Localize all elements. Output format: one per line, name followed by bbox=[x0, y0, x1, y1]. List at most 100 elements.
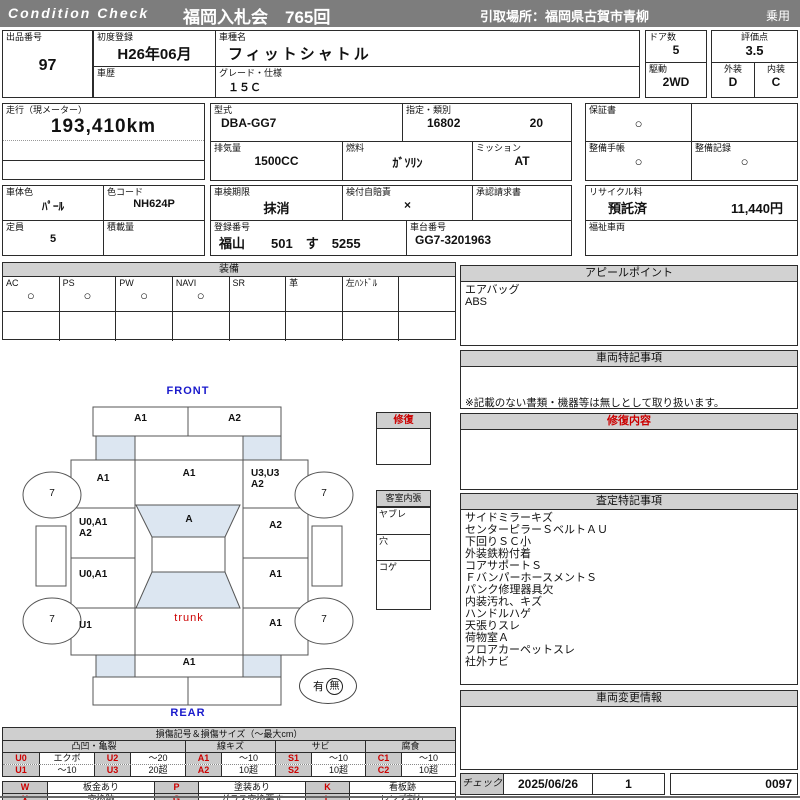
equipment-empty-row bbox=[3, 312, 455, 341]
model-code-label: 型式 bbox=[214, 105, 233, 115]
assessment-item: ＦバンパーホースメントＳ bbox=[465, 572, 597, 584]
equipment-label: 革 bbox=[289, 278, 299, 288]
panel-right-rear-fender: A1 bbox=[269, 618, 282, 629]
equipment-empty-cell bbox=[398, 312, 455, 341]
legend-desc: 〜10 bbox=[39, 765, 94, 776]
equipment-table: 装備 AC ○ PS ○ PW ○ NAVI ○ SR 革 左ﾊﾝﾄﾞﾙ bbox=[2, 262, 456, 341]
welfare-label: 福祉車両 bbox=[589, 222, 626, 232]
class-number-box: 指定・類別 16802 20 bbox=[402, 103, 572, 142]
cabin-row-tear: ヤブレ bbox=[377, 507, 430, 534]
panel-left-rear-door: U0,A1 bbox=[79, 569, 108, 580]
lot-number-label: 出品番号 bbox=[6, 32, 43, 42]
panel-windshield: A bbox=[185, 514, 193, 525]
damage-size-table: 損傷記号＆損傷サイズ（〜最大cm） 凸凹・亀裂 線キズ サビ 腐食 U0 エクボ… bbox=[2, 727, 456, 777]
equipment-cell-navi: NAVI ○ bbox=[171, 277, 229, 311]
legend-code: U2 bbox=[94, 753, 130, 764]
equipment-value: ○ bbox=[26, 288, 35, 303]
body-color-label: 車体色 bbox=[6, 187, 34, 197]
equipment-value: ○ bbox=[196, 288, 205, 303]
title-bar: Condition Check 福岡入札会 765回 引取場所：福岡県古賀市青柳… bbox=[0, 0, 800, 27]
approval-box: 承認請求書 bbox=[472, 185, 572, 221]
auction-title: 福岡入札会 765回 bbox=[183, 8, 331, 27]
color-code-label: 色コード bbox=[107, 187, 144, 197]
divider bbox=[3, 160, 204, 161]
equipment-value: ○ bbox=[140, 288, 148, 303]
legend-code: A2 bbox=[185, 765, 221, 776]
check-date: 2025/06/26 bbox=[504, 774, 593, 794]
displacement-box: 排気量 1500CC bbox=[210, 141, 343, 181]
first-registration-label: 初度登録 bbox=[97, 32, 134, 42]
presence-badge: 有 無 bbox=[299, 668, 357, 704]
mileage-label: 走行（現メーター） bbox=[6, 105, 88, 115]
drive-box: 駆動 2WD bbox=[645, 62, 707, 98]
maintenance-book-box: 整備手帳 ○ bbox=[585, 141, 692, 181]
approval-label: 承認請求書 bbox=[476, 187, 522, 197]
legend-code: P bbox=[154, 782, 198, 793]
insurance-value: × bbox=[403, 198, 411, 212]
tire-rear-right: 7 bbox=[321, 614, 327, 625]
auction-sheet: Condition Check 福岡入札会 765回 引取場所：福岡県古賀市青柳… bbox=[0, 0, 800, 800]
check-number: 1 bbox=[625, 777, 632, 791]
repair-details-section: 修復内容 bbox=[460, 413, 798, 490]
assessment-item: 荷物室Ａ bbox=[465, 632, 509, 644]
insurance-label: 検付自賠責 bbox=[346, 187, 392, 197]
equipment-label: 左ﾊﾝﾄﾞﾙ bbox=[345, 278, 378, 288]
maintenance-record-box: 整備記録 ○ bbox=[691, 141, 798, 181]
panel-left-rear-fender: U1 bbox=[79, 620, 92, 631]
appeal-section: アピールポイント エアバッグ ABS bbox=[460, 265, 798, 346]
repair-flag-title: 修復 bbox=[377, 413, 430, 429]
assessment-item: ハンドルハゲ bbox=[465, 608, 531, 620]
vin-box: 車台番号 GG7-3201963 bbox=[406, 220, 572, 256]
color-code-box: 色コード NH624P bbox=[103, 185, 205, 221]
appeal-title: アピールポイント bbox=[461, 266, 797, 282]
legend-desc: 〜20 bbox=[130, 753, 185, 764]
assessment-item: コアサポートＳ bbox=[465, 560, 542, 572]
assessment-item: サイドミラーキズ bbox=[465, 512, 553, 524]
model-code-value: DBA-GG7 bbox=[221, 116, 277, 130]
capacity-value: 5 bbox=[49, 233, 57, 245]
model-name-label: 車種名 bbox=[219, 32, 247, 42]
vin-label: 車台番号 bbox=[410, 222, 447, 232]
first-registration-box: 初度登録 H26年06月 bbox=[93, 30, 216, 67]
assessment-item: フロアカーペットスレ bbox=[465, 644, 575, 656]
presence-no-circled: 無 bbox=[326, 677, 343, 695]
score-value: 3.5 bbox=[745, 43, 764, 58]
recycle-fee-box: リサイクル料 預託済 11,440円 bbox=[585, 185, 798, 221]
legend-desc: エクボ bbox=[39, 753, 94, 764]
repair-flag-box: 修復 bbox=[376, 412, 431, 465]
plate-box: 登録番号 福山 501 す 5255 bbox=[210, 220, 407, 256]
score-label: 評価点 bbox=[740, 32, 768, 42]
panel-right-front-fender-line2: A2 bbox=[251, 479, 264, 490]
bottom-divider bbox=[0, 796, 800, 798]
brand-title: Condition Check bbox=[8, 5, 150, 21]
assessment-item: センターピラーＳベルトＡＵ bbox=[465, 524, 608, 536]
equipment-empty-cell bbox=[115, 312, 172, 341]
repair-details-title: 修復内容 bbox=[461, 414, 797, 430]
tire-front-left: 7 bbox=[49, 488, 55, 499]
panel-right-rear-door: A1 bbox=[269, 569, 282, 580]
vehicle-type: 乗用 bbox=[765, 9, 790, 23]
inspection-box: 車検期限 抹消 bbox=[210, 185, 343, 221]
panel-hood: A1 bbox=[182, 468, 196, 479]
group-dents: 凸凹・亀裂 bbox=[3, 741, 185, 752]
grade-box: グレード・仕様 １５Ｃ bbox=[215, 66, 640, 98]
legend-desc: 〜10 bbox=[221, 753, 275, 764]
assessment-title: 査定特記事項 bbox=[461, 494, 797, 510]
legend-code: U0 bbox=[3, 753, 39, 764]
interior-grade-box: 内装 C bbox=[754, 62, 798, 98]
history-label: 車歴 bbox=[97, 68, 116, 78]
assessment-item: 下回りＳＣ小 bbox=[465, 536, 531, 548]
legend-desc: 板金あり bbox=[47, 782, 154, 793]
maintenance-book-value: ○ bbox=[634, 154, 643, 169]
legend-desc: 20超 bbox=[130, 765, 185, 776]
appeal-item: エアバッグ bbox=[465, 284, 520, 296]
equipment-empty-cell bbox=[341, 312, 399, 341]
first-registration-value: H26年06月 bbox=[117, 46, 192, 63]
load-label: 積載量 bbox=[107, 222, 135, 232]
assessment-item: 外装鉄粉付着 bbox=[465, 548, 531, 560]
panel-front-bumper-left: A1 bbox=[134, 413, 147, 424]
legend-desc: 10超 bbox=[401, 765, 455, 776]
assessment-item: 社外ナビ bbox=[465, 656, 509, 668]
legend-code: C1 bbox=[365, 753, 401, 764]
lot-number-box: 出品番号 97 bbox=[2, 30, 93, 98]
